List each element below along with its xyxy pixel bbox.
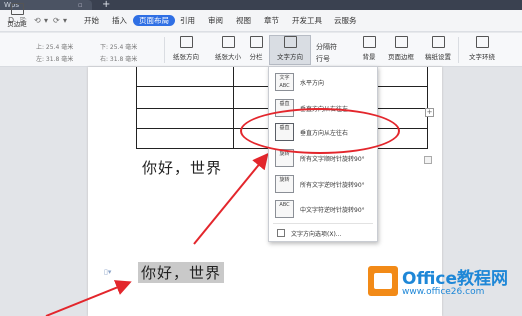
dropdown-item-label: 水平方向 bbox=[300, 80, 325, 87]
highlight-circle bbox=[240, 108, 400, 154]
dropdown-item-horizontal[interactable]: 文字ABC 水平方向 bbox=[269, 71, 377, 94]
horizontal-text-icon: 文字ABC bbox=[275, 73, 294, 91]
text-direction-dropdown: 文字ABC 水平方向 垂直 垂直方向从右往左 垂直 垂直方向从左往右 旋转 所有… bbox=[268, 66, 378, 242]
watermark: Office教程网 www.office26.com bbox=[368, 262, 518, 312]
watermark-url: www.office26.com bbox=[402, 287, 485, 297]
options-icon bbox=[277, 229, 285, 237]
dropdown-item-label: 所有文字逆时针旋转90° bbox=[300, 182, 365, 189]
dropdown-item-rotate-ccw[interactable]: 旋转 所有文字逆时针旋转90° bbox=[269, 173, 377, 196]
dropdown-item-cjk-rotate[interactable]: ABC 中文字符逆时针旋转90° bbox=[269, 198, 377, 221]
watermark-title: Office教程网 bbox=[402, 269, 509, 289]
text-direction-options-label: 文字方向选项(X)... bbox=[291, 231, 342, 238]
dropdown-divider bbox=[273, 223, 373, 224]
cjk-rotate-icon: ABC bbox=[275, 200, 294, 218]
dropdown-item-label: 中文字符逆时针旋转90° bbox=[300, 207, 365, 214]
office-logo-icon bbox=[368, 266, 398, 296]
text-direction-options[interactable]: 文字方向选项(X)... bbox=[273, 227, 377, 239]
dropdown-item-label: 所有文字顺时针旋转90° bbox=[300, 156, 365, 163]
arrow-to-selected-text bbox=[45, 280, 132, 316]
rotate-counterclockwise-icon: 旋转 bbox=[275, 175, 294, 193]
arrow-to-option bbox=[193, 152, 269, 245]
